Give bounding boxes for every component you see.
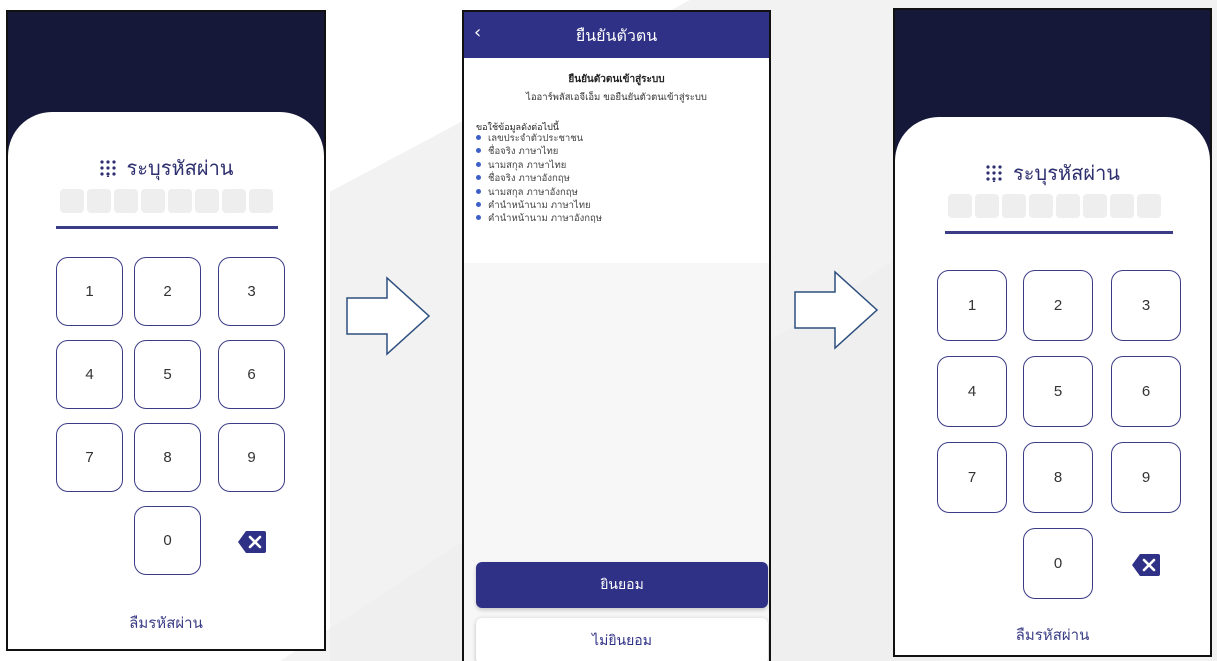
list-item: นามสกุล ภาษาอังกฤษ (476, 186, 602, 199)
pin-underline (945, 231, 1173, 234)
key-4[interactable]: 4 (56, 340, 123, 409)
pin-digit-box (168, 189, 192, 213)
keypad-grid-icon (986, 165, 1002, 182)
list-item: ชื่อจริง ภาษาไทย (476, 145, 602, 158)
pin-digit-box (141, 189, 165, 213)
list-item: คำนำหน้านาม ภาษาไทย (476, 199, 602, 212)
pin-card: ระบุรหัสผ่าน 1 2 3 4 5 6 7 8 9 0 ลืมรหัส… (895, 117, 1210, 655)
accept-button[interactable]: ยินยอม (476, 562, 768, 608)
key-6[interactable]: 6 (1111, 356, 1181, 427)
pin-card: ระบุรหัสผ่าน 1 2 3 4 5 6 7 8 9 0 ลืมรหัส… (8, 112, 324, 649)
list-item-label: นามสกุล ภาษาไทย (488, 159, 567, 171)
pin-title-text: ระบุรหัสผ่าน (126, 156, 234, 180)
key-9[interactable]: 9 (218, 423, 285, 492)
forgot-password-link[interactable]: ลืมรหัสผ่าน (8, 611, 324, 635)
list-item-label: ชื่อจริง ภาษาไทย (488, 146, 559, 158)
pin-title: ระบุรหัสผ่าน (8, 152, 324, 184)
key-1[interactable]: 1 (56, 257, 123, 326)
pin-title-text: ระบุรหัสผ่าน (1013, 161, 1120, 185)
key-0[interactable]: 0 (134, 506, 201, 575)
pin-digit-box (948, 194, 972, 218)
pin-digit-box (114, 189, 138, 213)
key-8[interactable]: 8 (1023, 442, 1093, 513)
list-item: นามสกุล ภาษาไทย (476, 159, 602, 172)
pin-digit-box (1137, 194, 1161, 218)
consent-heading: ยืนยันตัวตนเข้าสู่ระบบ (568, 74, 665, 85)
decline-button[interactable]: ไม่ยินยอม (476, 618, 768, 661)
pin-screen-right: ระบุรหัสผ่าน 1 2 3 4 5 6 7 8 9 0 ลืมรหัส… (893, 8, 1212, 657)
pin-digit-box (249, 189, 273, 213)
key-5[interactable]: 5 (1023, 356, 1093, 427)
pin-title: ระบุรหัสผ่าน (895, 157, 1210, 189)
pin-digit-box (222, 189, 246, 213)
backspace-icon[interactable] (1131, 553, 1161, 577)
consent-subheading: ไออาร์พลัสเอจีเอ็ม ขอยืนยันตัวตนเข้าสู่ร… (526, 92, 707, 103)
list-item-label: เลขประจำตัวประชาชน (488, 133, 584, 144)
key-6[interactable]: 6 (218, 340, 285, 409)
keypad-grid-icon (99, 160, 116, 177)
pin-underline (56, 226, 278, 229)
bullet-icon (476, 188, 481, 194)
forgot-password-link[interactable]: ลืมรหัสผ่าน (895, 623, 1210, 647)
bullet-icon (476, 161, 481, 167)
pin-digit-box (975, 194, 999, 218)
list-item-label: ชื่อจริง ภาษาอังกฤษ (488, 173, 570, 185)
key-3[interactable]: 3 (218, 257, 285, 326)
list-item-label: คำนำหน้านาม ภาษาไทย (488, 200, 591, 212)
header-title: ยืนยันตัวตน (575, 26, 658, 45)
key-2[interactable]: 2 (134, 257, 201, 326)
key-5[interactable]: 5 (134, 340, 201, 409)
pin-screen-left: ระบุรหัสผ่าน 1 2 3 4 5 6 7 8 9 0 ลืมรหัส… (6, 10, 326, 651)
pin-digit-box (1029, 194, 1053, 218)
bullet-icon (476, 202, 481, 208)
key-9[interactable]: 9 (1111, 442, 1181, 513)
list-item: คำนำหน้านาม ภาษาอังกฤษ (476, 212, 602, 225)
arrow-right-icon (346, 276, 431, 356)
consent-header: ‹ ยืนยันตัวตน (464, 12, 769, 58)
pin-digit-box (195, 189, 219, 213)
key-7[interactable]: 7 (56, 423, 123, 492)
list-item-label: คำนำหน้านาม ภาษาอังกฤษ (488, 213, 603, 225)
key-8[interactable]: 8 (134, 423, 201, 492)
pin-digit-box (1083, 194, 1107, 218)
key-1[interactable]: 1 (937, 270, 1007, 341)
pin-digit-box (1056, 194, 1080, 218)
backspace-icon[interactable] (237, 530, 267, 554)
pin-digit-box (1002, 194, 1026, 218)
bullet-icon (476, 135, 481, 140)
key-3[interactable]: 3 (1111, 270, 1181, 341)
list-item-label: นามสกุล ภาษาอังกฤษ (488, 186, 578, 198)
bullet-icon (476, 148, 481, 154)
bullet-icon (476, 215, 481, 221)
requested-data-list: เลขประจำตัวประชาชน ชื่อจริง ภาษาไทย นามส… (476, 132, 602, 226)
pin-input-boxes[interactable] (948, 194, 1161, 218)
list-item: ชื่อจริง ภาษาอังกฤษ (476, 172, 602, 185)
pin-digit-box (87, 189, 111, 213)
pin-digit-box (1110, 194, 1134, 218)
arrow-right-icon (794, 270, 879, 350)
key-7[interactable]: 7 (937, 442, 1007, 513)
pin-input-boxes[interactable] (60, 189, 273, 213)
pin-digit-box (60, 189, 84, 213)
key-0[interactable]: 0 (1023, 528, 1093, 599)
key-4[interactable]: 4 (937, 356, 1007, 427)
key-2[interactable]: 2 (1023, 270, 1093, 341)
bullet-icon (476, 175, 481, 181)
consent-screen: ‹ ยืนยันตัวตน ยืนยันตัวตนเข้าสู่ระบบ ไออ… (462, 10, 771, 661)
list-item: เลขประจำตัวประชาชน (476, 132, 602, 145)
consent-body: ยืนยันตัวตนเข้าสู่ระบบ ไออาร์พลัสเอจีเอ็… (464, 58, 769, 263)
